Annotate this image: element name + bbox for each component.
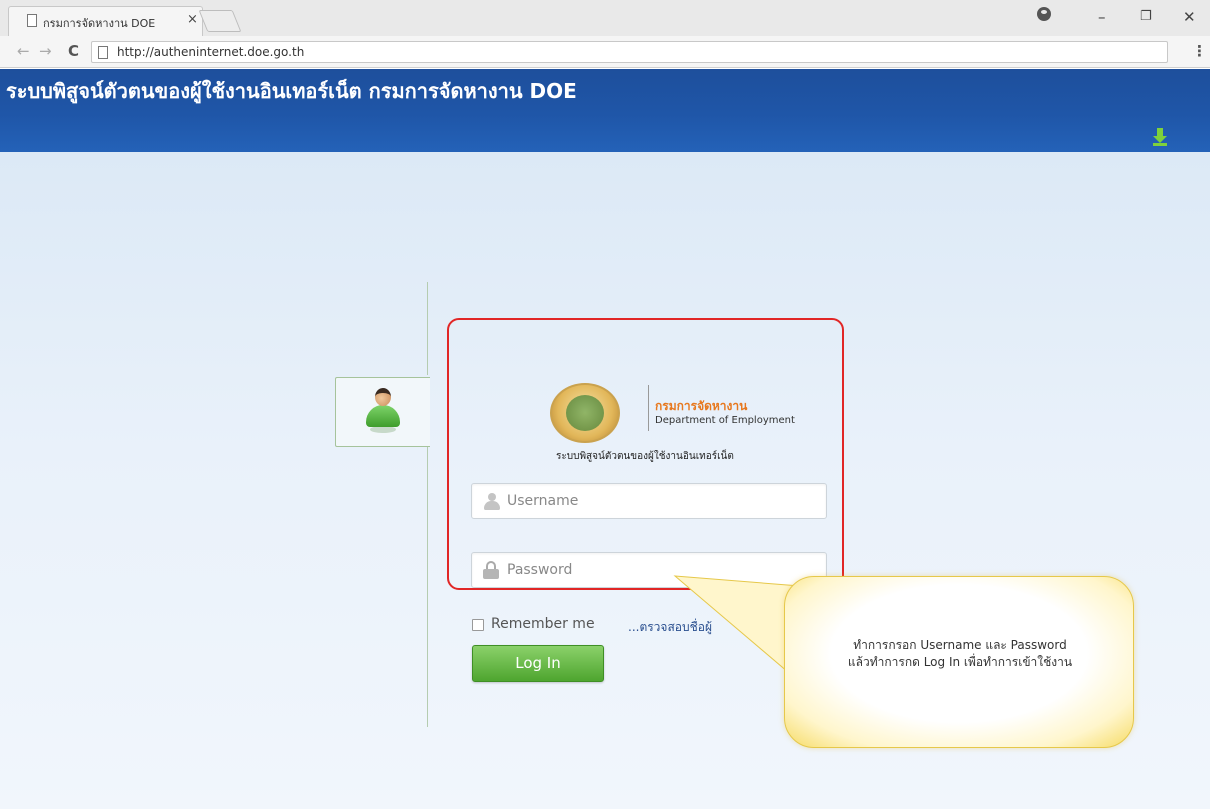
username-placeholder: Username: [507, 493, 579, 509]
browser-menu-button[interactable]: ⋮: [1192, 42, 1207, 60]
close-window-button[interactable]: ✕: [1183, 8, 1196, 26]
url-input[interactable]: http://autheninternet.doe.go.th: [91, 41, 1168, 63]
browser-tab[interactable]: กรมการจัดหางาน DOE ×: [8, 6, 203, 36]
user-avatar-panel: [335, 377, 430, 447]
download-icon[interactable]: [1153, 128, 1167, 146]
restore-button[interactable]: ❐: [1140, 9, 1152, 24]
site-header: ระบบพิสูจน์ตัวตนของผู้ใช้งานอินเทอร์เน็ต…: [0, 69, 1210, 152]
login-button[interactable]: Log In: [472, 645, 604, 682]
page-icon: [27, 14, 37, 27]
url-text: http://autheninternet.doe.go.th: [117, 45, 305, 59]
account-icon[interactable]: [1037, 7, 1051, 21]
highlight-frame: [447, 318, 844, 590]
divider-line: [427, 447, 428, 727]
address-bar-row: ← → C http://autheninternet.doe.go.th ⋮: [0, 36, 1210, 68]
minimize-button[interactable]: –: [1098, 8, 1106, 26]
callout-line-2: แล้วทำการกด Log In เพื่อทำการเข้าใช้งาน: [847, 655, 1073, 669]
remember-me-label: Remember me: [491, 616, 595, 632]
tab-close-icon[interactable]: ×: [187, 12, 198, 27]
browser-tab-bar: กรมการจัดหางาน DOE × – ❐ ✕: [0, 0, 1210, 36]
username-field[interactable]: Username: [471, 483, 827, 519]
tab-title: กรมการจัดหางาน DOE: [43, 17, 156, 30]
user-icon: [366, 388, 400, 433]
back-button[interactable]: ←: [17, 42, 30, 60]
forward-button[interactable]: →: [39, 42, 52, 60]
reload-button[interactable]: C: [68, 42, 79, 60]
checkbox[interactable]: [472, 619, 484, 631]
page-title: ระบบพิสูจน์ตัวตนของผู้ใช้งานอินเทอร์เน็ต…: [6, 79, 577, 103]
instruction-callout: ทำการกรอก Username และ Password แล้วทำกา…: [784, 576, 1134, 748]
new-tab-button[interactable]: [198, 10, 242, 32]
page-icon: [98, 46, 108, 59]
lock-icon: [482, 561, 500, 579]
user-icon: [484, 493, 500, 510]
divider-line: [427, 282, 428, 375]
password-placeholder: Password: [507, 562, 573, 578]
